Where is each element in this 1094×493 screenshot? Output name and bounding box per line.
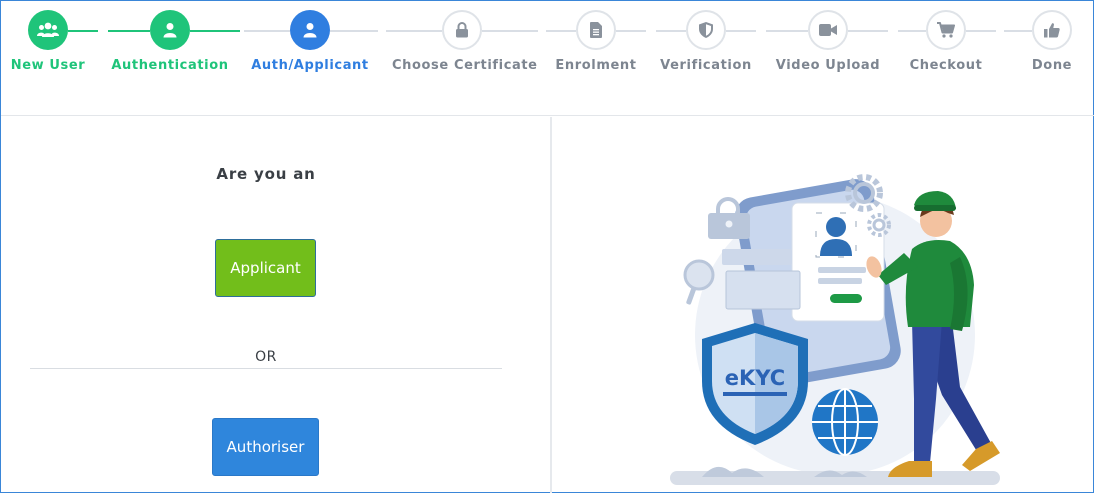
role-question: Are you an bbox=[216, 165, 316, 183]
or-separator-label: OR bbox=[255, 349, 277, 365]
step-auth-applicant[interactable]: Auth/Applicant bbox=[240, 10, 380, 73]
step-circle bbox=[808, 10, 848, 50]
thumbs-up-icon bbox=[1044, 23, 1060, 38]
step-circle bbox=[290, 10, 330, 50]
step-circle bbox=[686, 10, 726, 50]
lock-icon bbox=[456, 22, 468, 38]
video-camera-icon bbox=[819, 24, 837, 36]
info-panel-graphic bbox=[725, 270, 801, 310]
step-label: Done bbox=[1031, 58, 1073, 73]
globe-icon bbox=[812, 388, 878, 456]
user-icon bbox=[163, 23, 177, 38]
step-circle bbox=[442, 10, 482, 50]
step-choose-certificate[interactable]: Choose Certificate bbox=[392, 10, 538, 73]
step-verification[interactable]: Verification bbox=[636, 10, 776, 73]
document-icon bbox=[590, 22, 602, 38]
step-circle bbox=[150, 10, 190, 50]
cart-icon bbox=[937, 22, 955, 38]
step-label: Choose Certificate bbox=[392, 58, 538, 73]
progress-stepper: New User Authentication Auth/Applicant C… bbox=[1, 1, 1094, 116]
step-circle bbox=[926, 10, 966, 50]
step-circle bbox=[28, 10, 68, 50]
ekyc-badge-text: eKYC bbox=[725, 366, 785, 390]
shield-icon bbox=[699, 22, 713, 38]
authoriser-button[interactable]: Authoriser bbox=[212, 418, 319, 476]
step-circle bbox=[576, 10, 616, 50]
step-authentication[interactable]: Authentication bbox=[100, 10, 240, 73]
step-label: Authentication bbox=[111, 58, 229, 73]
step-label: Verification bbox=[660, 58, 752, 73]
step-label: Auth/Applicant bbox=[251, 58, 369, 73]
or-divider bbox=[30, 368, 502, 369]
users-icon bbox=[37, 22, 59, 37]
info-panel-graphic bbox=[722, 249, 792, 265]
illustration-panel: eKYC bbox=[552, 117, 1094, 493]
step-done[interactable]: Done bbox=[982, 10, 1094, 73]
applicant-button[interactable]: Applicant bbox=[215, 239, 316, 297]
ekyc-illustration: eKYC bbox=[670, 174, 1000, 485]
step-circle bbox=[1032, 10, 1072, 50]
user-icon bbox=[303, 23, 317, 38]
app-frame: New User Authentication Auth/Applicant C… bbox=[0, 0, 1094, 493]
role-select-panel: Are you an Applicant OR Authoriser bbox=[2, 117, 550, 493]
